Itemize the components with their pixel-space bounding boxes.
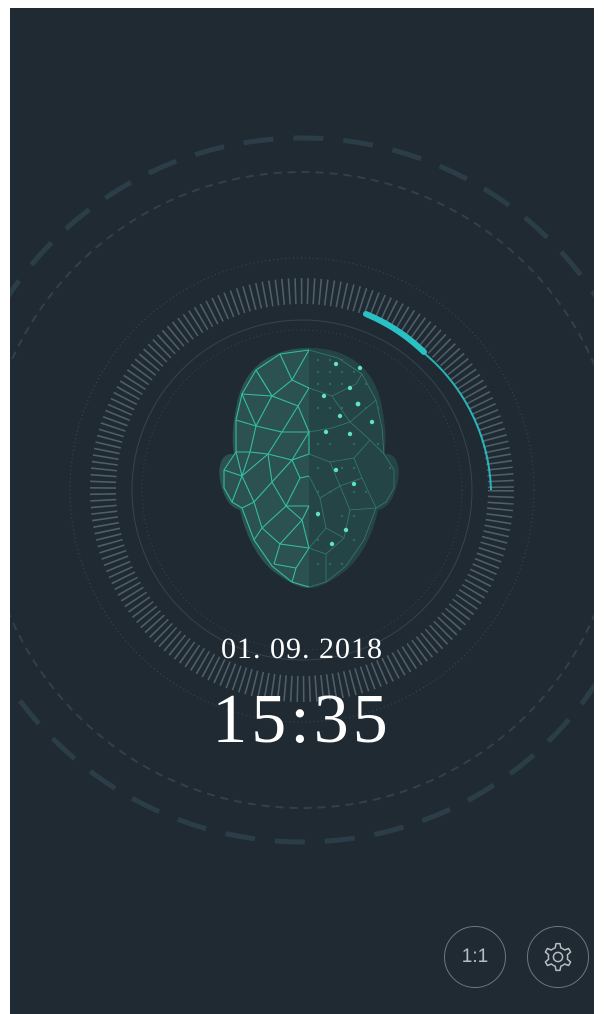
time-display: 15:35 (212, 681, 392, 758)
settings-button[interactable] (527, 926, 589, 988)
verify-mode-label: 1:1 (461, 946, 489, 967)
scan-decoration (10, 135, 594, 845)
verify-mode-button[interactable]: 1:1 (444, 926, 506, 988)
gear-icon (544, 942, 572, 972)
face-scan-screen: 01. 09. 2018 15:35 1:1 (10, 8, 594, 1014)
date-display: 01. 09. 2018 (221, 632, 383, 665)
face-scan-graphic (219, 348, 399, 588)
